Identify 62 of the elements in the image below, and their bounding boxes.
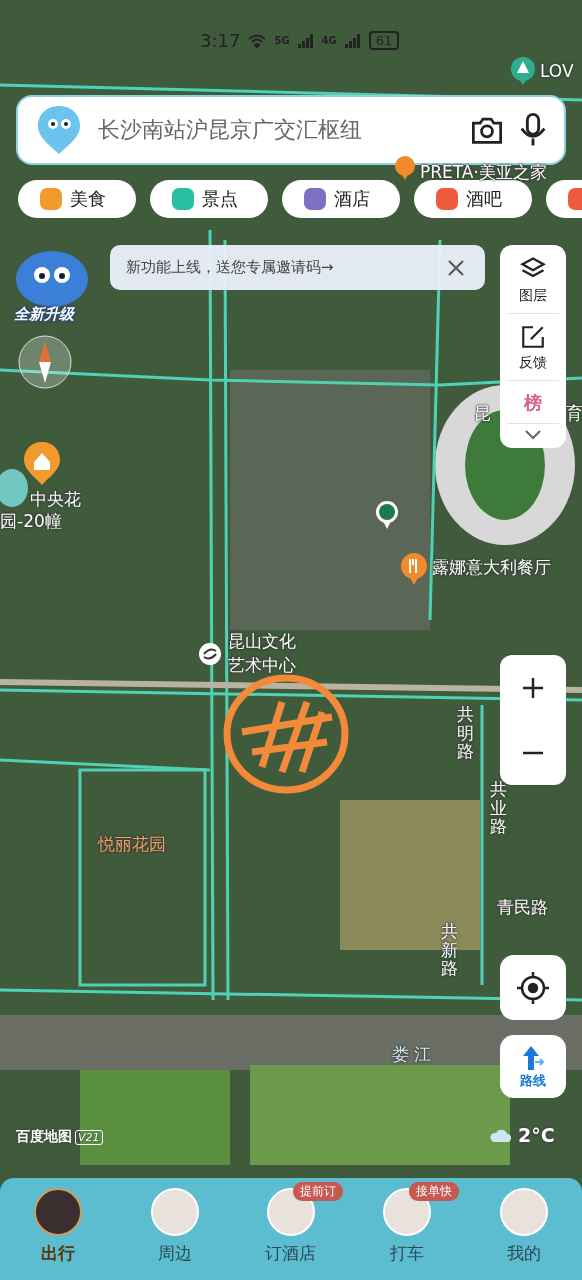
category-chip[interactable]: 酒吧 bbox=[414, 180, 532, 218]
map-tool-button[interactable]: 反馈 bbox=[507, 314, 559, 381]
map-label: 艺术中心 bbox=[228, 656, 296, 675]
metro-station-icon bbox=[198, 642, 222, 666]
promo-badge: 接单快 bbox=[409, 1182, 460, 1201]
nav-tab[interactable]: 周边 bbox=[116, 1178, 233, 1280]
weather-temperature: 2°C bbox=[518, 1124, 555, 1146]
network-type: 4G bbox=[321, 35, 337, 46]
map-brand: 百度地图 V21 bbox=[16, 1128, 103, 1146]
nav-tab[interactable]: 我的 bbox=[465, 1178, 582, 1280]
nav-tab[interactable]: 接单快 打车 bbox=[349, 1178, 466, 1280]
route-button[interactable]: 路线 bbox=[500, 1035, 566, 1098]
map-label: 中央花 bbox=[30, 490, 81, 509]
map-label: 昆山文化 bbox=[228, 632, 296, 651]
camera-icon[interactable] bbox=[470, 115, 504, 145]
map-label: 悦丽花园 bbox=[98, 835, 166, 854]
map-label: LOV bbox=[540, 62, 574, 81]
food-pin-icon bbox=[394, 155, 416, 181]
avatar-icon bbox=[34, 1188, 83, 1236]
wifi-icon bbox=[248, 33, 267, 48]
microphone-icon[interactable] bbox=[518, 113, 548, 147]
mascot-badge[interactable]: 全新升级 bbox=[14, 305, 74, 324]
minus-icon bbox=[522, 750, 544, 755]
map-label: 共新路 bbox=[441, 922, 458, 979]
battery-level: 61 bbox=[368, 31, 400, 50]
home-pin-icon[interactable] bbox=[22, 440, 62, 486]
map-label: 露娜意大利餐厅 bbox=[432, 558, 551, 577]
tree-pin-icon bbox=[510, 56, 536, 86]
edit-icon bbox=[520, 324, 546, 350]
compass-icon[interactable] bbox=[18, 335, 72, 389]
locate-icon bbox=[516, 970, 550, 1005]
map-tool-button[interactable]: 图层 bbox=[507, 245, 559, 314]
map-label: 青民路 bbox=[497, 898, 548, 917]
promo-badge: 提前订 bbox=[292, 1182, 343, 1201]
map-label: 园-20幢 bbox=[0, 512, 62, 531]
close-button[interactable] bbox=[447, 258, 465, 277]
map-label: 昆 bbox=[474, 404, 491, 423]
notice-text[interactable]: 新功能上线，送您专属邀请码→ bbox=[126, 258, 334, 277]
locate-button[interactable] bbox=[500, 955, 566, 1020]
nav-tab[interactable]: 出行 bbox=[0, 1178, 117, 1280]
plus-icon bbox=[522, 676, 544, 699]
restaurant-pin-icon bbox=[400, 552, 428, 586]
map-label: 共业路 bbox=[490, 780, 507, 837]
network-type: 5G bbox=[274, 35, 290, 46]
map-label: PRETA·美亚之家 bbox=[420, 163, 547, 182]
map-tool-button[interactable]: 榜 bbox=[507, 381, 559, 424]
category-chip[interactable]: 景点 bbox=[150, 180, 268, 218]
chevron-down-icon[interactable] bbox=[525, 430, 541, 440]
status-time: 3:17 bbox=[200, 30, 241, 51]
map-label: 娄 江 bbox=[392, 1045, 432, 1064]
category-chip[interactable]: 美食 bbox=[18, 180, 136, 218]
search-field[interactable]: 长沙南站沪昆京广交汇枢纽 bbox=[96, 116, 456, 144]
avatar-icon bbox=[499, 1188, 548, 1236]
map-label: 共明路 bbox=[457, 705, 474, 762]
map-label: 育 bbox=[566, 404, 582, 423]
avatar-icon bbox=[150, 1188, 199, 1236]
nav-tab[interactable]: 提前订 订酒店 bbox=[232, 1178, 350, 1280]
signal-icon bbox=[344, 33, 361, 48]
signal-icon bbox=[297, 33, 314, 48]
mascot-pin-icon bbox=[36, 104, 82, 156]
coffee-pin-icon bbox=[375, 500, 399, 530]
category-chip[interactable]: 酒店 bbox=[282, 180, 400, 218]
